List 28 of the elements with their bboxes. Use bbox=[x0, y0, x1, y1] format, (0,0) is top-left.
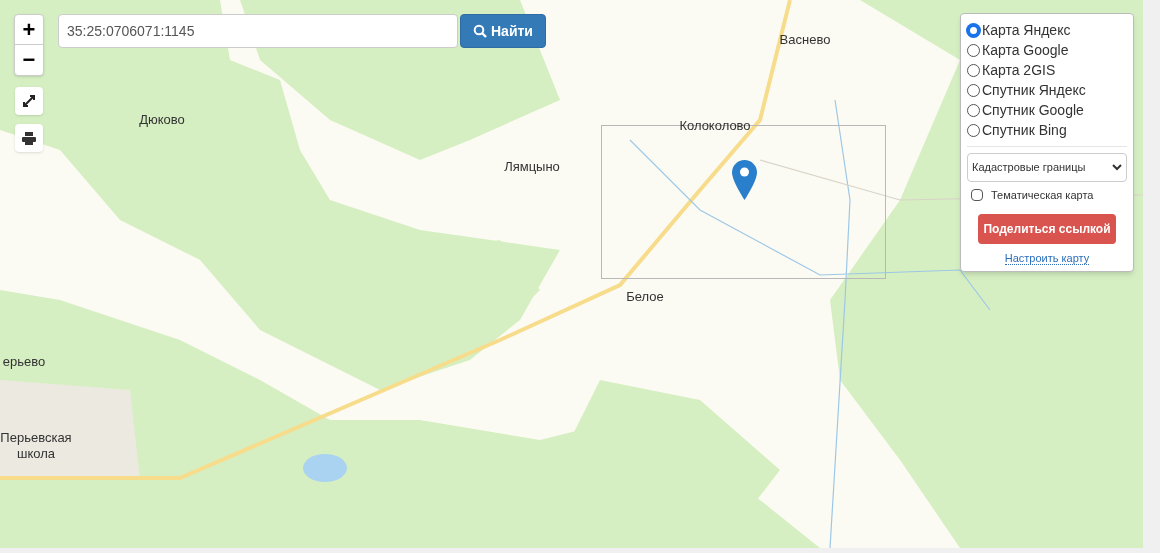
place-label: Васнево bbox=[778, 32, 832, 48]
place-label: Белое bbox=[625, 289, 665, 305]
map-type-radio[interactable]: Спутник Bing bbox=[967, 120, 1127, 140]
chevron-down-icon bbox=[1112, 164, 1122, 171]
printer-icon bbox=[22, 131, 36, 145]
print-button[interactable] bbox=[15, 124, 43, 152]
expand-icon bbox=[22, 94, 36, 108]
zoom-out-button[interactable]: − bbox=[15, 45, 43, 75]
share-link-button[interactable]: Поделиться ссылкой bbox=[978, 213, 1116, 244]
search-button[interactable]: Найти bbox=[460, 14, 546, 48]
map-type-radio[interactable]: Спутник Яндекс bbox=[967, 80, 1127, 100]
place-label: Лямцыно bbox=[503, 159, 561, 175]
map-type-radio[interactable]: Карта Google bbox=[967, 40, 1127, 60]
map-type-radio[interactable]: Карта Яндекс bbox=[967, 20, 1127, 40]
zoom-in-button[interactable]: + bbox=[15, 15, 43, 45]
configure-map-link[interactable]: Настроить карту bbox=[1004, 251, 1090, 265]
map-type-radio[interactable]: Спутник Google bbox=[967, 100, 1127, 120]
place-label: Дюково bbox=[138, 112, 186, 128]
place-label: Перьевская школа bbox=[0, 430, 73, 462]
search-icon bbox=[473, 24, 487, 38]
search-field[interactable]: 35:25:0706071:1145 bbox=[58, 14, 458, 48]
place-label: Колоколово bbox=[678, 118, 752, 134]
thematic-checkbox[interactable]: Тематическая карта bbox=[967, 187, 1127, 204]
fullscreen-button[interactable] bbox=[15, 87, 43, 115]
map-type-radio[interactable]: Карта 2GIS bbox=[967, 60, 1127, 80]
place-label: ерьево bbox=[1, 354, 47, 370]
overlay-select[interactable]: Кадастровые границы bbox=[967, 153, 1127, 182]
location-pin-icon bbox=[732, 160, 757, 200]
